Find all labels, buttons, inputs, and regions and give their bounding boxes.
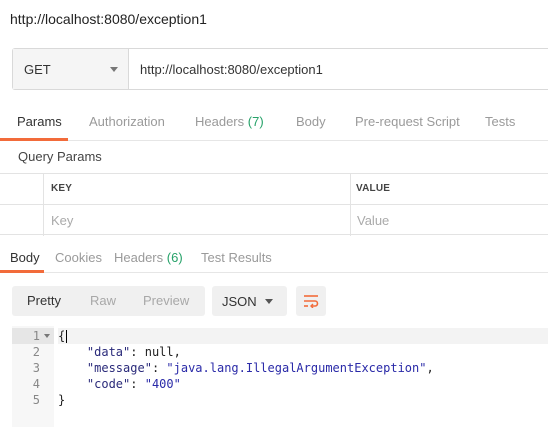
raw-button[interactable]: Raw xyxy=(90,293,116,308)
tab-pre-request-script[interactable]: Pre-request Script xyxy=(355,114,460,129)
preview-button[interactable]: Preview xyxy=(143,293,189,308)
value-input[interactable]: Value xyxy=(357,213,389,228)
line-number: 5 xyxy=(32,393,40,407)
close-brace: } xyxy=(58,393,66,407)
tab-tests[interactable]: Tests xyxy=(485,114,515,129)
tab-headers[interactable]: Headers (7) xyxy=(195,114,264,129)
headers-count-badge: (6) xyxy=(166,250,183,265)
tab-label: Test Results xyxy=(201,250,272,265)
code-line: "message": "java.lang.IllegalArgumentExc… xyxy=(58,360,434,376)
json-value: "400" xyxy=(144,377,181,391)
request-bar: GET http://localhost:8080/exception1 xyxy=(12,48,548,90)
tab-label: Params xyxy=(17,114,62,129)
tab-authorization[interactable]: Authorization xyxy=(89,114,165,129)
line-number: 3 xyxy=(32,361,40,375)
active-tab-indicator xyxy=(0,270,44,273)
active-tab-indicator xyxy=(0,138,68,141)
column-header-key: KEY xyxy=(51,183,73,194)
code-line: "data": null, xyxy=(58,344,181,360)
tab-params[interactable]: Params xyxy=(17,114,62,129)
open-brace: { xyxy=(58,329,66,343)
query-params-table: KEY VALUE Key Value xyxy=(0,173,548,236)
tab-label: Pre-request Script xyxy=(355,114,460,129)
language-select[interactable]: JSON xyxy=(212,286,287,316)
chevron-down-icon xyxy=(110,66,118,72)
table-header-row: KEY VALUE xyxy=(0,174,548,205)
json-sep: : xyxy=(151,361,167,375)
url-text: http://localhost:8080/exception1 xyxy=(140,61,323,77)
pretty-button[interactable]: Pretty xyxy=(27,293,61,308)
column-header-value: VALUE xyxy=(356,183,391,194)
wrap-lines-button[interactable] xyxy=(296,286,326,316)
tab-label: Headers xyxy=(114,250,164,265)
tab-test-results[interactable]: Test Results xyxy=(201,250,272,265)
line-number: 2 xyxy=(32,345,40,359)
tab-response-headers[interactable]: Headers (6) xyxy=(114,250,183,265)
format-toggle-group: Pretty Raw Preview xyxy=(12,286,205,316)
json-sep: : xyxy=(130,345,145,359)
tab-label: Body xyxy=(296,114,326,129)
wrap-lines-icon xyxy=(304,295,319,308)
request-tabs: Params Authorization Headers (7) Body Pr… xyxy=(0,104,548,141)
query-params-title: Query Params xyxy=(18,149,102,164)
tab-body[interactable]: Body xyxy=(296,114,326,129)
url-input[interactable]: http://localhost:8080/exception1 xyxy=(129,49,548,89)
window-title: http://localhost:8080/exception1 xyxy=(10,11,207,27)
line-number: 4 xyxy=(32,377,40,391)
tab-label: Headers xyxy=(195,114,245,129)
method-label: GET xyxy=(24,61,51,77)
line-number: 1 xyxy=(32,329,40,343)
fold-arrow-icon[interactable] xyxy=(44,334,50,338)
headers-count-badge: (7) xyxy=(247,114,264,129)
tab-label: Tests xyxy=(485,114,516,129)
json-key: "data" xyxy=(86,345,131,359)
method-select[interactable]: GET xyxy=(13,49,129,89)
tab-label: Cookies xyxy=(55,250,102,265)
json-key: "message" xyxy=(86,361,152,375)
json-value: "java.lang.IllegalArgumentException" xyxy=(166,361,427,375)
code-line: "code": "400" xyxy=(58,376,181,392)
json-sep: : xyxy=(130,377,145,391)
json-key: "code" xyxy=(86,377,131,391)
tab-label: Authorization xyxy=(89,114,165,129)
json-value: null xyxy=(144,345,174,359)
json-suffix: , xyxy=(173,345,181,359)
table-row: Key Value xyxy=(0,205,548,236)
response-body-editor[interactable]: 1 2 3 4 5 { "data": null, "message": "ja… xyxy=(0,326,548,427)
language-label: JSON xyxy=(222,293,257,309)
key-input[interactable]: Key xyxy=(51,213,73,228)
chevron-down-icon xyxy=(265,298,273,304)
tab-label: Body xyxy=(10,250,40,265)
code-line: { xyxy=(58,328,548,344)
response-tabs: Body Cookies Headers (6) Test Results xyxy=(0,244,548,273)
tab-cookies[interactable]: Cookies xyxy=(55,250,102,265)
json-suffix: , xyxy=(426,361,434,375)
code-line: } xyxy=(58,392,65,408)
tab-response-body[interactable]: Body xyxy=(10,250,40,265)
